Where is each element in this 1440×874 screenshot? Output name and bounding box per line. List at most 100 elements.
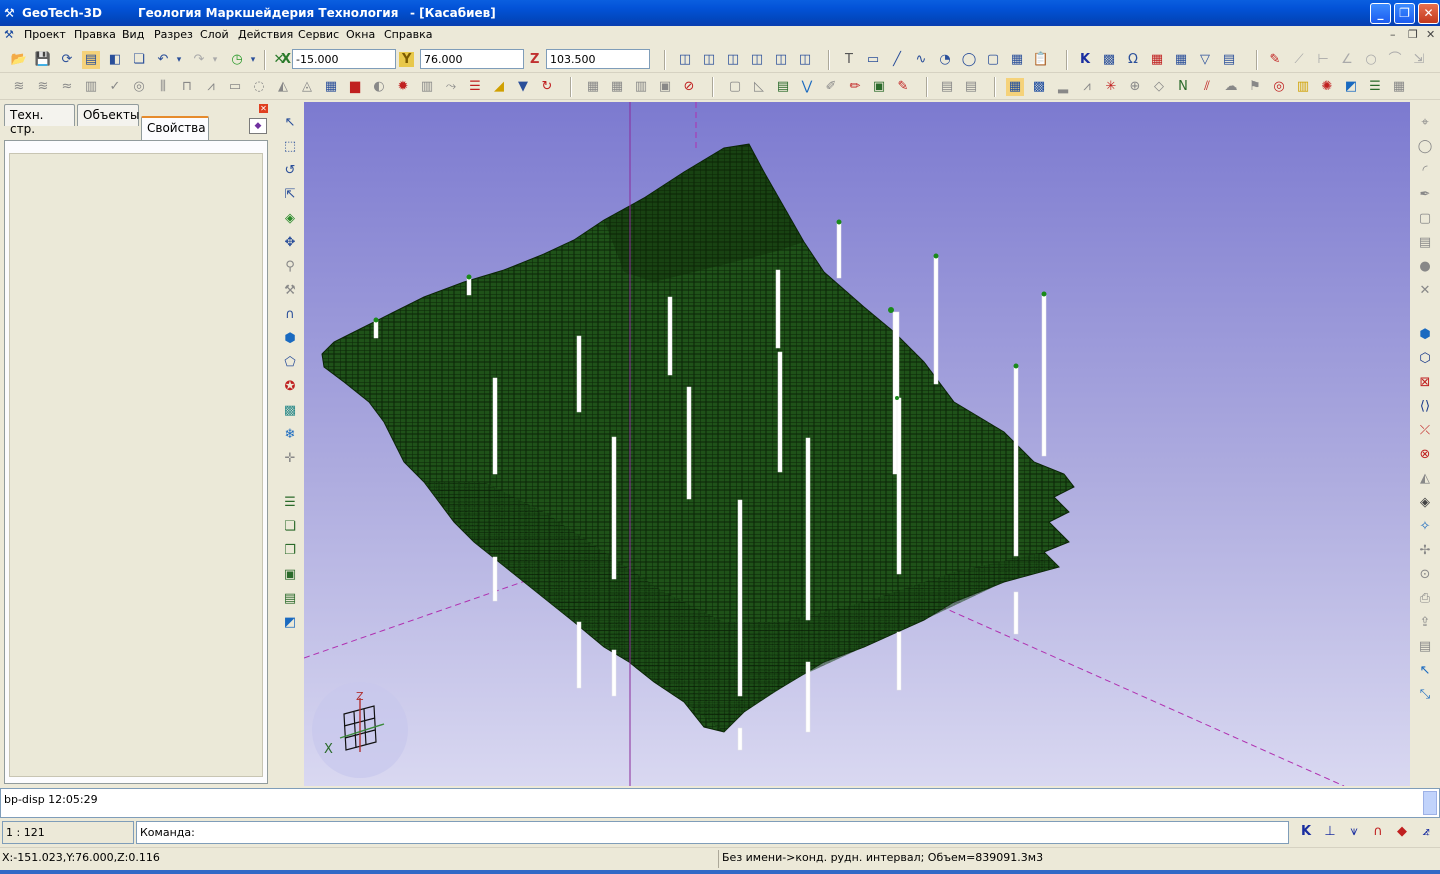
tab-tech-structure[interactable]: Техн. стр. bbox=[4, 104, 75, 136]
mdi-minimize-button[interactable]: – bbox=[1390, 28, 1396, 41]
drillhole[interactable] bbox=[737, 727, 743, 751]
view-axis-icon[interactable]: ✢ bbox=[1416, 542, 1434, 560]
solid-icon[interactable]: ▤ bbox=[774, 78, 792, 96]
view-hidden-icon[interactable]: ⊠ bbox=[1416, 374, 1434, 392]
snap-perpendicular-icon[interactable]: ⊥ bbox=[1322, 824, 1338, 840]
stack-layers-icon[interactable]: ☰ bbox=[1366, 78, 1384, 96]
dimension-icon[interactable]: ⊢ bbox=[1314, 51, 1332, 69]
3d-viewport[interactable]: X Z bbox=[304, 102, 1410, 786]
close-button[interactable]: ✕ bbox=[1418, 3, 1439, 24]
menu-edit[interactable]: Правка bbox=[74, 28, 116, 41]
view-clip-icon[interactable]: ⟨⟩ bbox=[1416, 398, 1434, 416]
block-solid-icon[interactable]: ▩ bbox=[1030, 78, 1048, 96]
menu-project[interactable]: Проект bbox=[24, 28, 66, 41]
doc-menu-icon[interactable]: ⚒ bbox=[4, 28, 14, 41]
column-chart-icon[interactable]: ▥ bbox=[1294, 78, 1312, 96]
drillhole[interactable] bbox=[775, 269, 781, 349]
menu-service[interactable]: Сервис bbox=[298, 28, 339, 41]
blast-icon[interactable]: ✹ bbox=[394, 78, 412, 96]
view-top-icon[interactable]: ◫ bbox=[772, 51, 790, 69]
profile-icon[interactable]: ⩘ bbox=[202, 78, 220, 96]
ramp-icon[interactable]: ◭ bbox=[274, 78, 292, 96]
restore-button[interactable]: ❐ bbox=[1394, 3, 1415, 24]
b-tool-icon[interactable]: ⬢ bbox=[281, 330, 299, 348]
asterisk-icon[interactable]: ✳ bbox=[1102, 78, 1120, 96]
save-icon[interactable]: 💾 bbox=[34, 51, 52, 69]
drillhole[interactable] bbox=[896, 631, 902, 691]
layer-solid-icon[interactable]: ❏ bbox=[281, 518, 299, 536]
snap-center-icon[interactable]: ◯ bbox=[1416, 138, 1434, 156]
view-print-icon[interactable]: ⎙ bbox=[1416, 590, 1434, 608]
columns-grid-icon[interactable]: ▥ bbox=[632, 78, 650, 96]
drillhole[interactable] bbox=[1041, 293, 1047, 457]
rotate-icon[interactable]: ↻ bbox=[538, 78, 556, 96]
paste-icon[interactable]: 📋 bbox=[1032, 51, 1050, 69]
snowflake-icon[interactable]: ❄ bbox=[281, 426, 299, 444]
target-icon[interactable]: ⊕ bbox=[1126, 78, 1144, 96]
snap-magnet-icon[interactable]: ∩ bbox=[1370, 824, 1386, 840]
snap-cross-icon[interactable]: ✕ bbox=[1416, 282, 1434, 300]
fence-icon[interactable]: ▥ bbox=[82, 78, 100, 96]
no-icon[interactable]: ⊘ bbox=[680, 78, 698, 96]
panel-pin-icon[interactable]: ◆ bbox=[249, 118, 267, 134]
drillhole[interactable] bbox=[777, 351, 783, 473]
mdi-close-button[interactable]: ✕ bbox=[1426, 28, 1435, 41]
check-icon[interactable]: ✓ bbox=[106, 78, 124, 96]
snap-arc-icon[interactable]: ◜ bbox=[1416, 162, 1434, 180]
drillhole[interactable] bbox=[686, 386, 692, 500]
layer-box-icon[interactable]: ▤ bbox=[281, 590, 299, 608]
fill-icon[interactable]: ▩ bbox=[281, 402, 299, 420]
frame-solid-icon[interactable]: ▣ bbox=[870, 78, 888, 96]
arc-icon[interactable]: ◔ bbox=[936, 51, 954, 69]
rectangle-icon[interactable]: ▭ bbox=[864, 51, 882, 69]
open-folder-icon[interactable]: 📂 bbox=[10, 51, 28, 69]
stack-icon[interactable]: ☰ bbox=[466, 78, 484, 96]
pit-icon[interactable]: ◎ bbox=[130, 78, 148, 96]
wrench-icon[interactable]: ⚒ bbox=[281, 282, 299, 300]
cells-icon[interactable]: ▣ bbox=[656, 78, 674, 96]
drillhole[interactable] bbox=[737, 499, 743, 697]
burst-icon[interactable]: ✺ bbox=[1318, 78, 1336, 96]
polyline-icon[interactable]: ∿ bbox=[912, 51, 930, 69]
contour-icon[interactable]: ≈ bbox=[58, 78, 76, 96]
z-coord-input[interactable] bbox=[546, 49, 650, 69]
drillhole[interactable] bbox=[1013, 591, 1019, 635]
block-view-icon[interactable]: ▦ bbox=[1006, 78, 1024, 96]
layer-frame-icon[interactable]: ▣ bbox=[281, 566, 299, 584]
orientation-gizmo[interactable]: X Z bbox=[312, 682, 408, 778]
view-camera-icon[interactable]: ◈ bbox=[1416, 494, 1434, 512]
eraser-icon[interactable]: ✎ bbox=[894, 78, 912, 96]
menu-section[interactable]: Разрез bbox=[154, 28, 193, 41]
drillhole[interactable] bbox=[805, 437, 811, 621]
x-coord-input[interactable] bbox=[292, 49, 396, 69]
snap-end-icon[interactable]: ⌖ bbox=[1416, 114, 1434, 132]
ticks-icon[interactable]: ⫽ bbox=[1198, 78, 1216, 96]
line-icon[interactable]: ╱ bbox=[888, 51, 906, 69]
chart-bar-icon[interactable]: ▂ bbox=[1054, 78, 1072, 96]
grid-icon[interactable]: ▦ bbox=[1172, 51, 1190, 69]
columns-icon[interactable]: ▥ bbox=[418, 78, 436, 96]
drillhole[interactable] bbox=[576, 621, 582, 689]
cloud-icon[interactable]: ☁ bbox=[1222, 78, 1240, 96]
view-right-icon[interactable]: ◫ bbox=[748, 51, 766, 69]
snap-intersection-icon[interactable]: ⩛ bbox=[1346, 824, 1362, 840]
cube-3d-icon[interactable]: ◩ bbox=[1342, 78, 1360, 96]
drillhole[interactable] bbox=[667, 296, 673, 376]
snap-sphere-icon[interactable]: ● bbox=[1416, 258, 1434, 276]
redo-dropdown-icon[interactable]: ▾ bbox=[206, 51, 224, 69]
drillhole[interactable] bbox=[805, 661, 811, 733]
brush-icon[interactable]: ✐ bbox=[822, 78, 840, 96]
drillhole[interactable] bbox=[1013, 365, 1019, 557]
scale-field[interactable]: 1 : 121 bbox=[2, 821, 134, 844]
clock-dropdown-icon[interactable]: ▾ bbox=[244, 51, 262, 69]
drillhole[interactable] bbox=[611, 649, 617, 697]
route-icon[interactable]: ⤳ bbox=[442, 78, 460, 96]
tangent-icon[interactable]: ⌒ bbox=[1386, 51, 1404, 69]
grid-large-icon[interactable]: ▦ bbox=[608, 78, 626, 96]
view-wire-icon[interactable]: ⬡ bbox=[1416, 350, 1434, 368]
doc-list-icon[interactable]: ▤ bbox=[962, 78, 980, 96]
surface-alt-icon[interactable]: ≋ bbox=[34, 78, 52, 96]
polygon-icon[interactable]: ⬠ bbox=[281, 354, 299, 372]
menu-view[interactable]: Вид bbox=[122, 28, 144, 41]
view-pointer-icon[interactable]: ↖ bbox=[1416, 662, 1434, 680]
